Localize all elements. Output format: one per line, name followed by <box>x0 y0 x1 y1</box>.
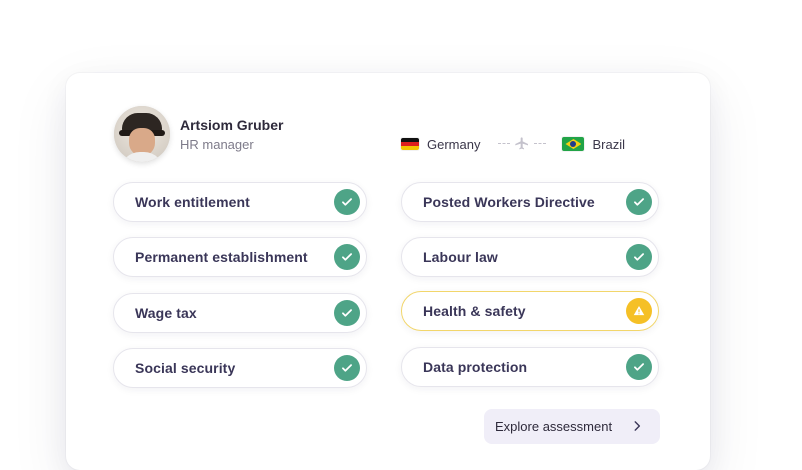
check-item-labour-law[interactable]: Labour law <box>401 237 659 277</box>
stage: Artsiom Gruber HR manager Germany Brazil… <box>0 0 802 470</box>
warning-icon <box>626 298 652 324</box>
check-item-posted-workers-directive[interactable]: Posted Workers Directive <box>401 182 659 222</box>
explore-assessment-button[interactable]: Explore assessment <box>484 409 660 444</box>
check-item-work-entitlement[interactable]: Work entitlement <box>113 182 367 222</box>
check-label: Labour law <box>423 249 498 265</box>
profile-name: Artsiom Gruber <box>180 116 284 133</box>
check-label: Health & safety <box>423 303 526 319</box>
check-circle-icon <box>334 189 360 215</box>
avatar <box>114 106 170 162</box>
check-circle-icon <box>334 244 360 270</box>
origin-country: Germany <box>427 136 481 152</box>
check-item-social-security[interactable]: Social security <box>113 348 367 388</box>
profile-role: HR manager <box>180 136 254 152</box>
check-label: Posted Workers Directive <box>423 194 595 210</box>
check-item-wage-tax[interactable]: Wage tax <box>113 293 367 333</box>
chevron-right-icon <box>630 419 644 433</box>
check-item-data-protection[interactable]: Data protection <box>401 347 659 387</box>
check-circle-icon <box>626 354 652 380</box>
airplane-icon <box>514 136 530 152</box>
check-circle-icon <box>626 189 652 215</box>
check-circle-icon <box>334 355 360 381</box>
user-profile: Artsiom Gruber HR manager <box>114 106 283 162</box>
profile-text: Artsiom Gruber HR manager <box>180 116 283 153</box>
check-item-health-safety[interactable]: Health & safety <box>401 291 659 331</box>
check-circle-icon <box>334 300 360 326</box>
check-label: Wage tax <box>135 305 197 321</box>
check-label: Work entitlement <box>135 194 250 210</box>
check-label: Permanent establishment <box>135 249 308 265</box>
brazil-flag-icon <box>562 137 585 151</box>
check-label: Social security <box>135 360 236 376</box>
route-connector <box>494 134 550 154</box>
check-label: Data protection <box>423 359 528 375</box>
check-item-permanent-establishment[interactable]: Permanent establishment <box>113 237 367 277</box>
destination-country: Brazil <box>592 136 625 152</box>
explore-assessment-label: Explore assessment <box>495 419 613 434</box>
country-route: Germany Brazil <box>401 134 625 154</box>
check-circle-icon <box>626 244 652 270</box>
germany-flag-icon <box>401 138 419 150</box>
